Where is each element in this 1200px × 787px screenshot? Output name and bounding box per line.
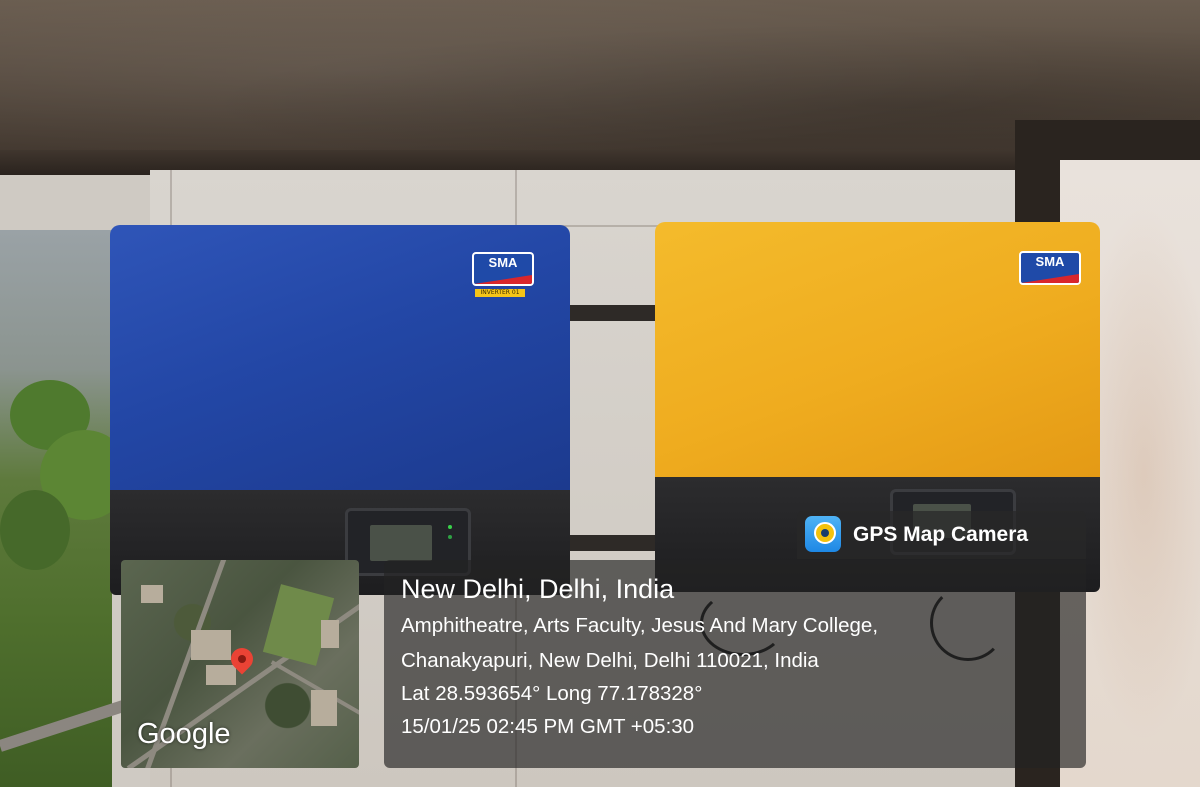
address-line-1: Amphitheatre, Arts Faculty, Jesus And Ma…: [401, 614, 879, 637]
mounting-rail: [566, 305, 658, 321]
app-name: GPS Map Camera: [853, 523, 1029, 546]
mini-map: Google: [121, 560, 359, 768]
address-line-2: Chanakyapuri, New Delhi, Delhi 110021, I…: [401, 649, 819, 672]
sma-logo: SMA: [1019, 251, 1081, 285]
location-info-panel: New Delhi, Delhi, India Amphitheatre, Ar…: [384, 560, 1086, 768]
timestamp: 15/01/25 02:45 PM GMT +05:30: [401, 715, 695, 738]
gps-app-badge: GPS Map Camera: [797, 511, 1086, 559]
mounting-rail: [566, 535, 658, 551]
google-logo: Google: [137, 718, 231, 750]
inverter-label: INVERTER 01: [475, 289, 525, 297]
sma-logo: SMA: [472, 252, 534, 286]
coordinates: Lat 28.593654° Long 77.178328°: [401, 682, 703, 705]
blue-inverter: SMA INVERTER 01: [110, 225, 570, 595]
gps-map-camera-icon: [805, 516, 841, 552]
outdoor-trees: [0, 230, 130, 787]
location-title: New Delhi, Delhi, India: [401, 574, 675, 604]
